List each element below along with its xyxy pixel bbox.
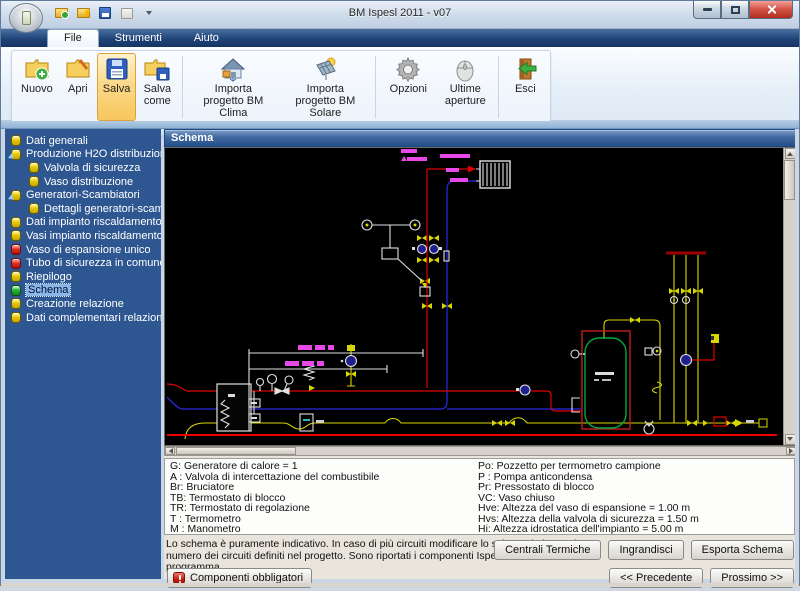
note-row: Lo schema è puramente indicativo. In cas… (164, 537, 797, 565)
app-menu-button[interactable] (9, 3, 43, 33)
sidebar-item-tubo-sicurezza[interactable]: Tubo di sicurezza in comune (5, 256, 161, 270)
opzioni-button[interactable]: Opzioni (380, 53, 436, 121)
ribbon-tabstrip: File Strumenti Aiuto (1, 29, 799, 47)
navigation-sidebar: Dati generali Produzione H2O distribuzio… (5, 129, 161, 579)
import-solare-icon (312, 56, 338, 82)
page-icon (29, 162, 39, 173)
maximize-icon (731, 6, 740, 14)
minimize-button[interactable] (693, 1, 721, 19)
horizontal-scroll-thumb[interactable] (176, 447, 296, 455)
legend-line: G: Generatore di calore = 1 (170, 461, 379, 472)
page-icon (11, 312, 21, 323)
page-active-icon (11, 285, 21, 296)
ribbon-separator (182, 56, 183, 118)
sidebar-item-dati-generali[interactable]: Dati generali (5, 134, 161, 148)
salva-come-button[interactable]: Salva come (136, 53, 178, 121)
page-icon (11, 298, 21, 309)
sidebar-item-vaso-espansione[interactable]: Vaso di espansione unico (5, 243, 161, 257)
esporta-schema-button[interactable]: Esporta Schema (691, 540, 794, 560)
maximize-button[interactable] (721, 1, 749, 19)
importa-bm-clima-button[interactable]: Importa progetto BM Clima (187, 53, 279, 121)
tab-file[interactable]: File (47, 29, 99, 47)
legend-line: TR: Termostato di regolazione (170, 503, 379, 514)
close-icon (766, 4, 777, 15)
legend-line: Hi: Altezza idrostatica dell'impianto = … (478, 524, 699, 535)
main-panel: Schema (164, 129, 797, 579)
page-disabled-icon (11, 244, 21, 255)
page-icon (11, 271, 21, 282)
title-bar: BM Ispesl 2011 - v07 (1, 1, 799, 29)
page-icon (11, 217, 21, 228)
save-floppy-icon (104, 56, 130, 82)
close-button[interactable] (749, 1, 793, 19)
window-controls (693, 1, 793, 19)
sidebar-item-dettagli-generatori[interactable]: Dettagli generatori-scambiatori (5, 202, 161, 216)
tab-aiuto[interactable]: Aiuto (178, 30, 235, 47)
legend-line: M : Manometro (170, 524, 379, 535)
nuovo-button[interactable]: Nuovo (15, 53, 59, 121)
sidebar-item-generatori-scambiatori[interactable]: Generatori-Scambiatori (5, 188, 161, 202)
window-frame-right (795, 129, 799, 583)
page-disabled-icon (11, 258, 21, 269)
app-icon (22, 11, 31, 25)
new-folder-icon (24, 56, 50, 82)
centrali-termiche-button[interactable]: Centrali Termiche (494, 540, 601, 560)
sidebar-item-dati-impianto[interactable]: Dati impianto riscaldamento (5, 216, 161, 230)
ribbon-separator (375, 56, 376, 118)
mouse-icon (452, 56, 478, 82)
ultime-aperture-button[interactable]: Ultime aperture (436, 53, 494, 121)
sidebar-item-vaso-distribuzione[interactable]: Vaso distribuzione (5, 175, 161, 189)
gear-icon (395, 56, 421, 82)
sidebar-item-schema[interactable]: Schema (5, 284, 161, 298)
import-clima-house-icon (220, 56, 246, 82)
ribbon: Nuovo Apri Salva (1, 47, 799, 121)
sidebar-item-creazione-relazione[interactable]: Creazione relazione (5, 297, 161, 311)
window-title: BM Ispesl 2011 - v07 (1, 7, 799, 19)
page-icon (29, 176, 39, 187)
ribbon-separator (498, 56, 499, 118)
legend-line: Hve: Altezza del vaso di espansione = 1.… (478, 503, 699, 514)
ribbon-divider (1, 121, 799, 129)
sidebar-item-valvola-sicurezza[interactable]: Valvola di sicurezza (5, 161, 161, 175)
window-frame-bottom (1, 583, 799, 587)
schema-diagram (165, 148, 785, 445)
legend-panel: G: Generatore di calore = 1 A : Valvola … (164, 458, 795, 535)
exit-door-icon (512, 56, 538, 82)
sidebar-item-dati-complementari[interactable]: Dati complementari relazione (5, 311, 161, 325)
page-icon (29, 203, 39, 214)
page-expand-icon (11, 190, 21, 201)
schema-canvas[interactable] (164, 147, 797, 446)
legend-line: Po: Pozzetto per termometro campione (478, 461, 699, 472)
salva-button[interactable]: Salva (97, 53, 137, 121)
app-window: BM Ispesl 2011 - v07 File Strumenti Aiut… (0, 0, 800, 586)
sidebar-item-produzione-h2o[interactable]: Produzione H2O distribuzione (5, 148, 161, 162)
save-as-icon (144, 56, 170, 82)
importa-bm-solare-button[interactable]: Importa progetto BM Solare (279, 53, 371, 121)
scroll-left-icon[interactable] (165, 447, 175, 455)
esci-button[interactable]: Esci (503, 53, 547, 121)
page-icon (11, 135, 21, 146)
open-folder-icon (65, 56, 91, 82)
ingrandisci-button[interactable]: Ingrandisci (608, 540, 683, 560)
sidebar-item-riepilogo[interactable]: Riepilogo (5, 270, 161, 284)
legend-line: Pr: Pressostato di blocco (478, 482, 699, 493)
tab-strumenti[interactable]: Strumenti (99, 30, 178, 47)
scroll-up-icon[interactable] (785, 148, 796, 159)
scroll-down-icon[interactable] (785, 434, 796, 445)
apri-button[interactable]: Apri (59, 53, 97, 121)
schema-panel-header: Schema (164, 129, 797, 147)
legend-line: Br: Bruciatore (170, 482, 379, 493)
sidebar-item-vasi-impianto[interactable]: Vasi impianto riscaldamento (5, 229, 161, 243)
vertical-scroll-thumb[interactable] (784, 160, 795, 200)
page-expand-icon (11, 149, 21, 160)
bottom-row: Componenti obbligatori << Precedente Pro… (164, 567, 797, 591)
page-icon (11, 230, 21, 241)
minimize-icon (703, 8, 712, 11)
